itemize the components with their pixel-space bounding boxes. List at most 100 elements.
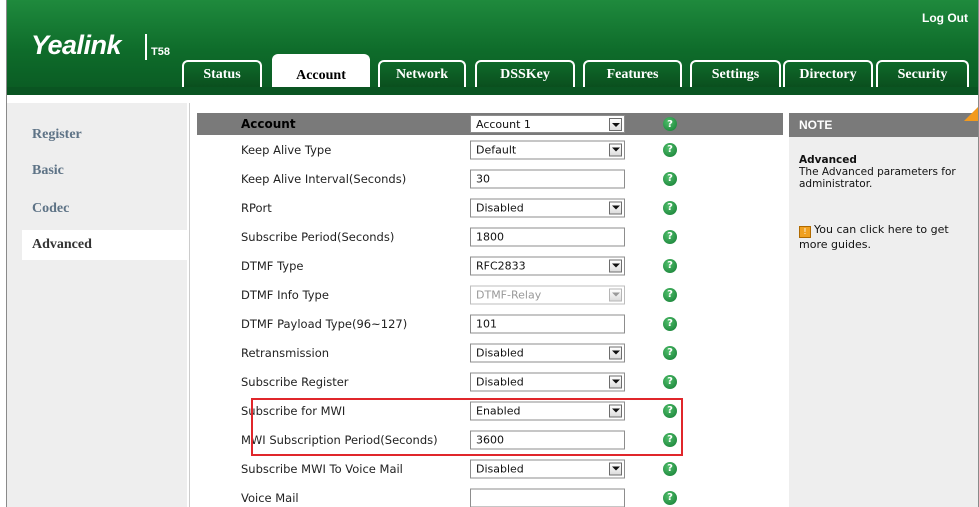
tab-directory[interactable]: Directory [783,60,873,87]
sidebar-divider [189,103,190,507]
setting-value: Disabled [476,346,524,359]
help-icon[interactable]: ? [663,171,677,186]
setting-select[interactable]: Disabled [470,372,625,391]
settings-row: Voice Mail? [197,483,783,507]
tab-status[interactable]: Status [182,60,262,87]
sidebar-item-basic[interactable]: Basic [32,163,64,179]
settings-row: Keep Alive Type Default? [197,135,783,164]
settings-row: MWI Subscription Period(Seconds) 3600? [197,425,783,454]
settings-row: DTMF Payload Type(96~127) 101? [197,309,783,338]
tab-network[interactable]: Network [378,60,466,87]
note-panel: NOTE Advanced The Advanced parameters fo… [789,105,978,507]
logout-link[interactable]: Log Out [922,11,968,25]
setting-select[interactable]: Disabled [470,459,625,478]
help-icon[interactable]: ? [663,461,677,476]
chevron-down-icon[interactable] [609,375,622,388]
chevron-down-icon[interactable] [609,259,622,272]
setting-input[interactable] [470,488,625,507]
help-icon[interactable]: ? [663,142,677,157]
help-icon[interactable]: ? [663,490,677,505]
settings-row: Subscribe MWI To Voice Mail Disabled? [197,454,783,483]
note-title: NOTE [799,118,833,132]
setting-label: Subscribe Period(Seconds) [241,229,395,244]
setting-value: 30 [476,172,490,185]
logo-separator [145,34,147,60]
settings-row: Retransmission Disabled? [197,338,783,367]
setting-select[interactable]: Default [470,140,625,159]
setting-label: DTMF Payload Type(96~127) [241,316,408,331]
help-icon[interactable]: ? [663,117,677,131]
setting-input[interactable]: 30 [470,169,625,188]
setting-label: Retransmission [241,345,330,360]
settings-row: Subscribe Period(Seconds) 1800? [197,222,783,251]
setting-value: RFC2833 [476,259,526,272]
settings-row: DTMF Type RFC2833? [197,251,783,280]
advanced-settings-form: Account Account 1 ? Keep Alive Type Defau… [197,113,783,507]
note-guide-text: You can click here to get more guides. [799,223,949,251]
note-guide-link[interactable]: ! You can click here to get more guides. [799,223,975,251]
setting-value: 101 [476,317,497,330]
sidebar-item-register[interactable]: Register [32,127,82,143]
setting-label: MWI Subscription Period(Seconds) [241,432,438,447]
tab-settings[interactable]: Settings [690,60,781,87]
setting-select[interactable]: Disabled [470,198,625,217]
note-subtitle: Advanced [799,154,857,166]
setting-label: Keep Alive Type [241,142,332,157]
model-label: T58 [151,46,170,58]
note-header: NOTE [789,113,978,137]
settings-row: DTMF Info Type DTMF-Relay? [197,280,783,309]
tab-features[interactable]: Features [583,60,682,87]
help-icon[interactable]: ? [663,200,677,215]
chevron-down-icon[interactable] [609,346,622,359]
help-icon[interactable]: ? [663,432,677,447]
guide-icon: ! [799,226,811,238]
tab-dsskey[interactable]: DSSKey [475,60,575,87]
account-header-row: Account Account 1 ? [197,113,783,135]
note-description: The Advanced parameters for administrato… [799,166,956,190]
setting-label: Subscribe for MWI [241,403,346,418]
help-icon[interactable]: ? [663,258,677,273]
setting-select[interactable]: Disabled [470,343,625,362]
help-icon[interactable]: ? [663,229,677,244]
setting-value: Default [476,143,517,156]
account-select[interactable]: Account 1 [470,115,625,133]
setting-input[interactable]: 101 [470,314,625,333]
header-bar: Yealink T58 Log Out Status Account Netwo… [7,0,978,95]
setting-select: DTMF-Relay [470,285,625,304]
setting-input[interactable]: 1800 [470,227,625,246]
help-icon[interactable]: ? [663,403,677,418]
account-label: Account [241,117,296,131]
help-icon[interactable]: ? [663,374,677,389]
chevron-down-icon[interactable] [609,118,622,131]
setting-label: Subscribe MWI To Voice Mail [241,461,403,476]
chevron-down-icon[interactable] [609,201,622,214]
sidebar-item-advanced[interactable]: Advanced [32,237,92,253]
setting-select[interactable]: Enabled [470,401,625,420]
setting-label: DTMF Type [241,258,304,273]
help-icon[interactable]: ? [663,345,677,360]
help-icon[interactable]: ? [663,287,677,302]
settings-row: Subscribe for MWI Enabled? [197,396,783,425]
setting-input[interactable]: 3600 [470,430,625,449]
setting-label: Subscribe Register [241,374,349,389]
setting-label: DTMF Info Type [241,287,329,302]
setting-value: Disabled [476,462,524,475]
chevron-down-icon[interactable] [609,404,622,417]
help-icon[interactable]: ? [663,316,677,331]
sidebar: Register Basic Codec Advanced [7,103,188,507]
setting-value: DTMF-Relay [476,288,542,301]
setting-value: Enabled [476,404,521,417]
note-corner-flag [964,105,978,121]
settings-row: Subscribe Register Disabled? [197,367,783,396]
tab-account[interactable]: Account [272,54,370,95]
chevron-down-icon [609,288,622,301]
tab-security[interactable]: Security [876,60,969,87]
setting-select[interactable]: RFC2833 [470,256,625,275]
sidebar-item-codec[interactable]: Codec [32,201,69,217]
setting-value: Disabled [476,375,524,388]
setting-value: 3600 [476,433,504,446]
chevron-down-icon[interactable] [609,143,622,156]
settings-row: RPort Disabled? [197,193,783,222]
settings-row: Keep Alive Interval(Seconds) 30? [197,164,783,193]
chevron-down-icon[interactable] [609,462,622,475]
